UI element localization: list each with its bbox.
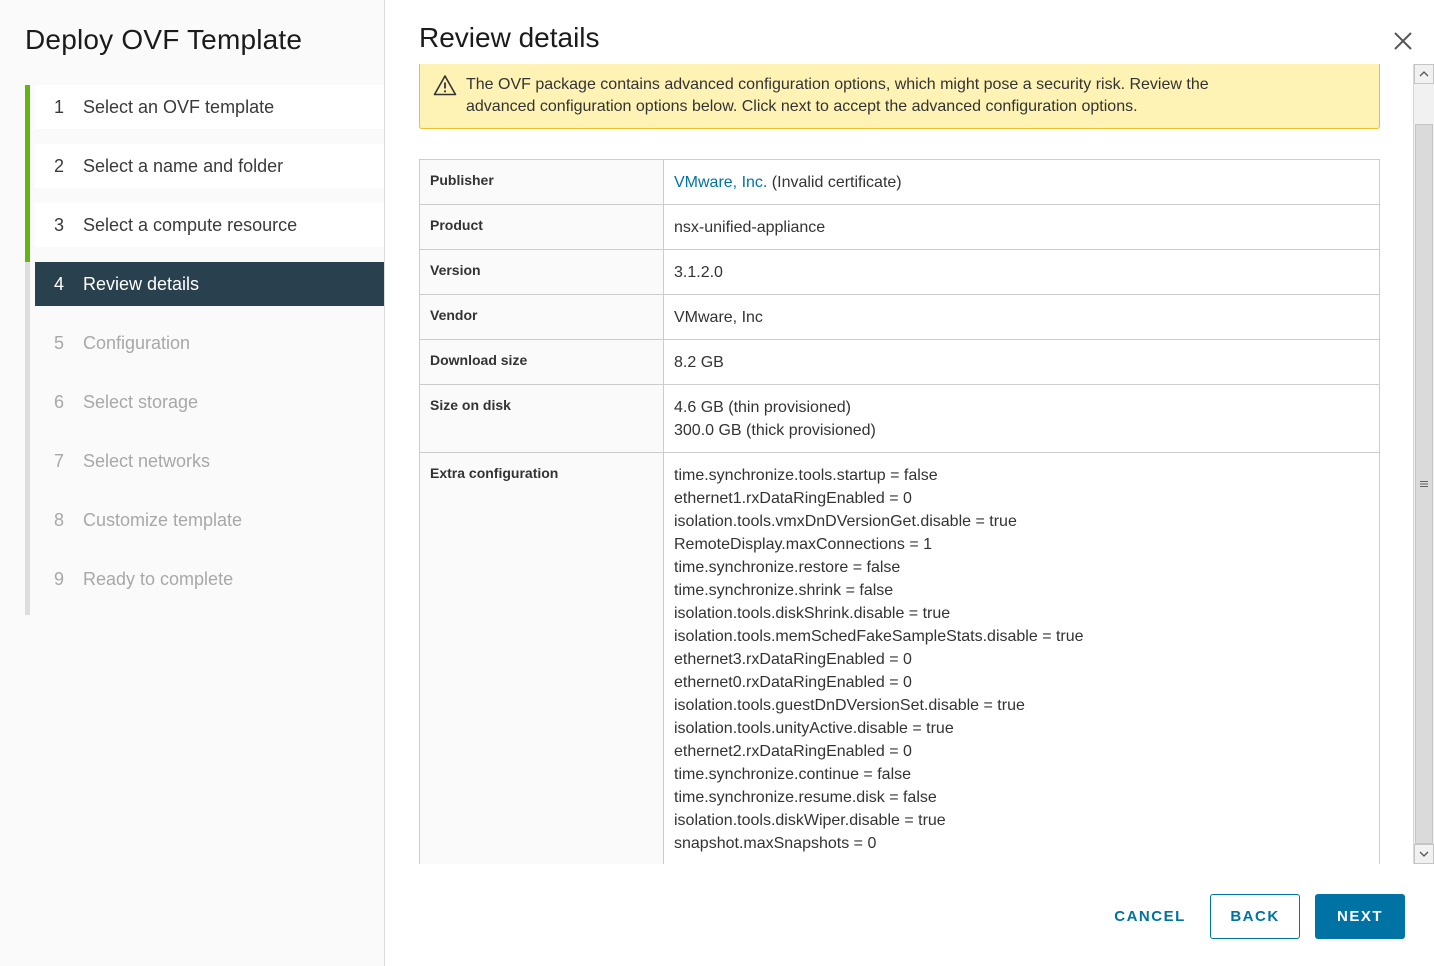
close-button[interactable] (1390, 28, 1416, 54)
grip-icon (1420, 481, 1428, 487)
table-row-size-on-disk: Size on disk 4.6 GB (thin provisioned) 3… (419, 384, 1380, 453)
table-row-extra-configuration: Extra configuration time.synchronize.too… (419, 452, 1380, 864)
step-number: 8 (54, 509, 65, 530)
extra-config-line: RemoteDisplay.maxConnections = 1 (674, 536, 933, 553)
table-row-vendor: Vendor VMware, Inc (419, 294, 1380, 340)
step-number: 2 (54, 155, 65, 176)
wizard-sidebar: Deploy OVF Template 1 Select an OVF temp… (0, 0, 385, 966)
table-row-product: Product nsx-unified-appliance (419, 204, 1380, 250)
row-value: 3.1.2.0 (663, 249, 1380, 295)
row-value: nsx-unified-appliance (663, 204, 1380, 250)
step-label: Review details (83, 273, 200, 294)
row-key: Size on disk (419, 384, 664, 453)
chevron-down-icon (1419, 851, 1429, 857)
extra-config-line: time.synchronize.restore = false (674, 559, 901, 576)
step-label: Configuration (83, 332, 191, 353)
wizard-step-2[interactable]: 2 Select a name and folder (35, 144, 384, 188)
step-number: 5 (54, 332, 65, 353)
extra-config-line: time.synchronize.shrink = false (674, 582, 894, 599)
extra-config-list: time.synchronize.tools.startup = false et… (663, 452, 1380, 864)
row-key: Version (419, 249, 664, 295)
step-progress-completed (25, 85, 30, 262)
alert-line-1: The OVF package contains advanced config… (466, 76, 1209, 93)
row-value: 4.6 GB (thin provisioned) 300.0 GB (thic… (663, 384, 1380, 453)
details-table: Publisher VMware, Inc. (Invalid certific… (419, 159, 1380, 864)
wizard-step-3[interactable]: 3 Select a compute resource (35, 203, 384, 247)
chevron-up-icon (1419, 71, 1429, 77)
table-row-publisher: Publisher VMware, Inc. (Invalid certific… (419, 159, 1380, 205)
back-button[interactable]: BACK (1210, 894, 1300, 939)
close-icon (1394, 32, 1412, 50)
review-content: The OVF package contains advanced config… (419, 64, 1381, 864)
extra-config-line: ethernet1.rxDataRingEnabled = 0 (674, 490, 912, 507)
step-label: Select a compute resource (83, 214, 298, 235)
scroll-thumb[interactable] (1415, 124, 1433, 844)
extra-config-line: time.synchronize.resume.disk = false (674, 789, 937, 806)
step-label: Select storage (83, 391, 199, 412)
certificate-note: (Invalid certificate) (767, 174, 902, 191)
step-number: 3 (54, 214, 65, 235)
next-button[interactable]: NEXT (1315, 894, 1405, 939)
extra-config-line: isolation.tools.guestDnDVersionSet.disab… (674, 697, 1025, 714)
publisher-link[interactable]: VMware, Inc. (674, 174, 767, 191)
step-number: 9 (54, 568, 65, 589)
row-key: Download size (419, 339, 664, 385)
row-key: Extra configuration (419, 452, 664, 864)
extra-config-line: isolation.tools.vmxDnDVersionGet.disable… (674, 513, 1017, 530)
alert-message: The OVF package contains advanced config… (466, 74, 1356, 118)
extra-config-line: ethernet0.rxDataRingEnabled = 0 (674, 674, 912, 691)
row-key: Vendor (419, 294, 664, 340)
scroll-up-button[interactable] (1414, 64, 1434, 84)
page-title: Review details (419, 22, 600, 53)
wizard-step-4[interactable]: 4 Review details (35, 262, 384, 306)
wizard-title: Deploy OVF Template (25, 24, 303, 55)
extra-config-line: isolation.tools.diskWiper.disable = true (674, 812, 946, 829)
vertical-scrollbar[interactable] (1413, 64, 1434, 864)
step-number: 7 (54, 450, 65, 471)
step-label: Select networks (83, 450, 211, 471)
extra-config-line: ethernet3.rxDataRingEnabled = 0 (674, 651, 912, 668)
step-label: Ready to complete (83, 568, 234, 589)
step-number: 1 (54, 96, 65, 117)
thick-size: 300.0 GB (thick provisioned) (674, 422, 876, 439)
step-label: Select an OVF template (83, 96, 275, 117)
scroll-down-button[interactable] (1414, 844, 1434, 864)
cancel-button[interactable]: CANCEL (1106, 894, 1194, 939)
wizard-step-9: 9 Ready to complete (35, 557, 384, 601)
table-row-download-size: Download size 8.2 GB (419, 339, 1380, 385)
security-warning-alert: The OVF package contains advanced config… (419, 64, 1380, 129)
warning-icon (433, 75, 457, 96)
row-value: 8.2 GB (663, 339, 1380, 385)
row-key: Publisher (419, 159, 664, 205)
wizard-step-5: 5 Configuration (35, 321, 384, 365)
step-number: 4 (54, 273, 65, 294)
extra-config-line: isolation.tools.unityActive.disable = tr… (674, 720, 954, 737)
step-label: Customize template (83, 509, 243, 530)
wizard-step-8: 8 Customize template (35, 498, 384, 542)
wizard-step-list: 1 Select an OVF template 2 Select a name… (25, 85, 384, 616)
row-value: VMware, Inc. (Invalid certificate) (663, 159, 1380, 205)
wizard-step-7: 7 Select networks (35, 439, 384, 483)
extra-config-line: isolation.tools.memSchedFakeSampleStats.… (674, 628, 1084, 645)
step-label: Select a name and folder (83, 155, 284, 176)
wizard-step-1[interactable]: 1 Select an OVF template (35, 85, 384, 129)
row-key: Product (419, 204, 664, 250)
extra-config-line: time.synchronize.continue = false (674, 766, 912, 783)
step-number: 6 (54, 391, 65, 412)
thin-size: 4.6 GB (thin provisioned) (674, 399, 851, 416)
table-row-version: Version 3.1.2.0 (419, 249, 1380, 295)
extra-config-line: isolation.tools.diskShrink.disable = tru… (674, 605, 951, 622)
extra-config-line: ethernet2.rxDataRingEnabled = 0 (674, 743, 912, 760)
extra-config-line: snapshot.maxSnapshots = 0 (674, 835, 877, 852)
row-value: VMware, Inc (663, 294, 1380, 340)
alert-line-2: advanced configuration options below. Cl… (466, 98, 1138, 115)
extra-config-line: time.synchronize.tools.startup = false (674, 467, 938, 484)
wizard-step-6: 6 Select storage (35, 380, 384, 424)
